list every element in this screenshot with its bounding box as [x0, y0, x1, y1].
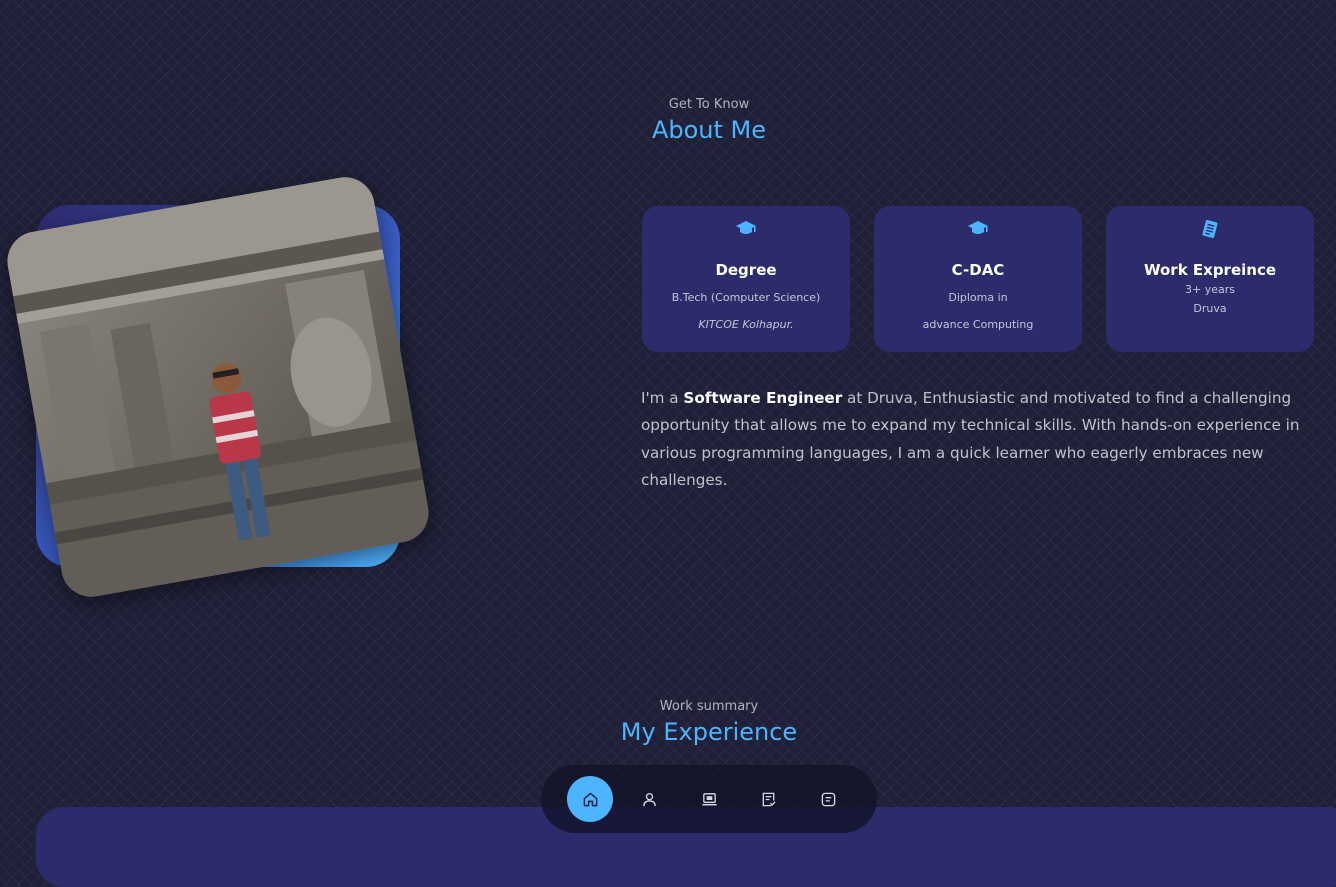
about-section-header: Get To Know About Me [0, 97, 1336, 144]
message-icon [821, 792, 835, 806]
user-icon [643, 792, 656, 806]
nav-home[interactable] [567, 776, 613, 822]
experience-title: My Experience [620, 718, 798, 746]
card-detail: KITCOE Kolhapur. [698, 318, 794, 331]
graduation-cap-icon [642, 219, 850, 239]
about-title: About Me [651, 116, 767, 144]
nav-contact[interactable] [805, 776, 851, 822]
card-detail: advance Computing [922, 318, 1034, 331]
nav-experience[interactable] [686, 776, 732, 822]
cdac-card: C-DAC Diploma in advance Computing [874, 206, 1082, 352]
about-cards: Degree B.Tech (Computer Science) KITCOE … [642, 206, 1314, 352]
card-detail: Diploma in [948, 291, 1008, 304]
bio-role: Software Engineer [683, 389, 843, 407]
card-detail: 3+ years [1185, 283, 1235, 296]
home-icon [583, 792, 597, 806]
about-bio: I'm a Software Engineer at Druva, Enthus… [641, 385, 1321, 494]
about-subtitle: Get To Know [668, 97, 750, 112]
laptop-icon [701, 792, 717, 805]
card-title: C-DAC [951, 261, 1005, 279]
card-detail: Druva [1193, 302, 1227, 315]
work-experience-card: Work Expreince 3+ years Druva [1106, 206, 1314, 352]
profile-photo [2, 172, 434, 602]
degree-card: Degree B.Tech (Computer Science) KITCOE … [642, 206, 850, 352]
checklist-icon [762, 792, 776, 806]
clipboard-icon [1106, 219, 1314, 239]
graduation-cap-icon [874, 219, 1082, 239]
experience-section-header: Work summary My Experience [0, 699, 1336, 746]
floating-nav [541, 765, 877, 833]
nav-services[interactable] [746, 776, 792, 822]
bio-lead: I'm a [641, 389, 684, 407]
card-title: Work Expreince [1143, 261, 1277, 279]
nav-about[interactable] [627, 776, 673, 822]
card-detail: B.Tech (Computer Science) [671, 291, 821, 304]
card-title: Degree [715, 261, 777, 279]
experience-subtitle: Work summary [659, 699, 759, 714]
